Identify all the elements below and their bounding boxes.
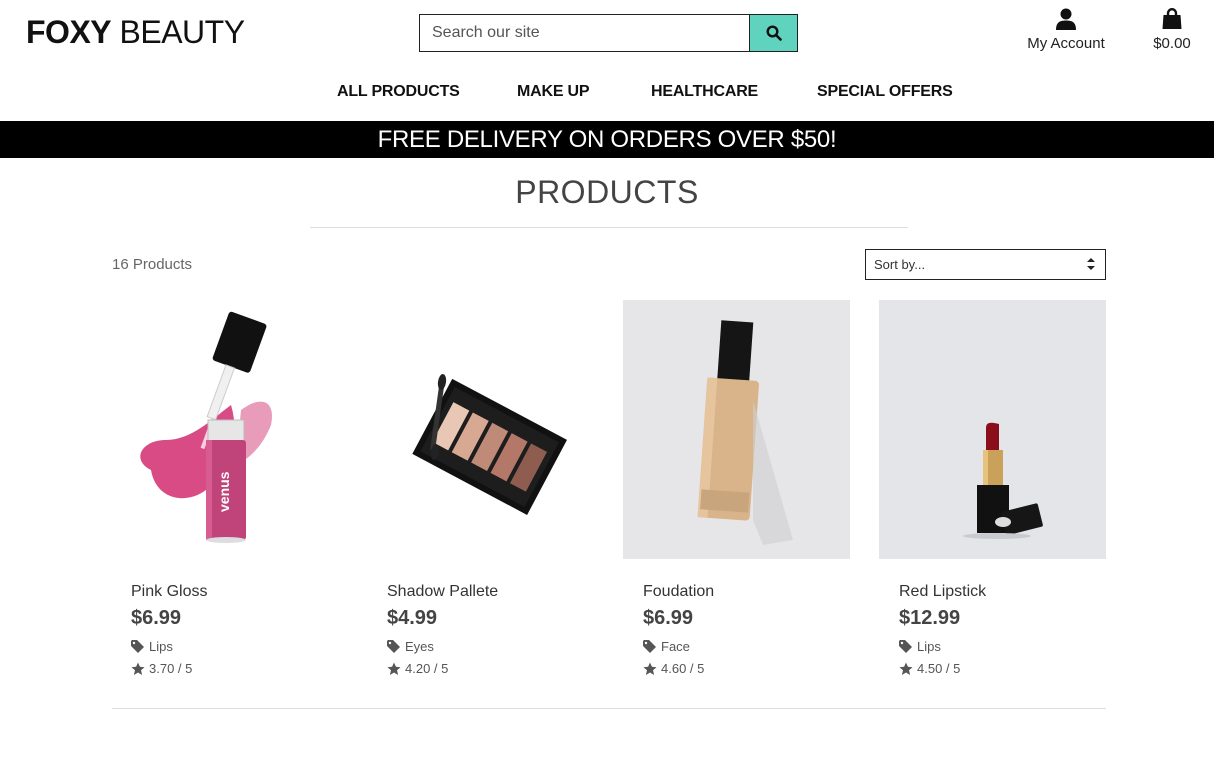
product-rating: 4.50 / 5 [899,661,960,676]
product-card[interactable]: Foudation $6.99 Face 4.60 / 5 [623,300,850,676]
sort-select-value: Sort by... [874,257,926,272]
my-account-link[interactable]: My Account [1016,8,1116,52]
product-rating-value: 4.60 / 5 [661,661,705,676]
tag-icon [387,640,400,653]
search-form [419,14,798,52]
product-category-label: Lips [917,639,941,654]
product-card[interactable]: Shadow Pallete $4.99 Eyes 4.20 / 5 [367,300,594,676]
svg-text:venus: venus [216,471,232,512]
sort-arrows-icon [1087,258,1095,270]
product-price: $6.99 [131,607,182,629]
search-icon [765,25,782,41]
product-rating: 4.20 / 5 [387,661,448,676]
brand-logo-part1: FOXY [26,14,112,50]
product-image[interactable] [367,300,594,559]
bottom-divider [112,708,1106,709]
product-image[interactable] [879,300,1106,559]
product-category[interactable]: Lips [899,639,941,654]
product-name[interactable]: Pink Gloss [131,583,207,601]
brand-logo-part2: BEAUTY [119,14,246,50]
product-category-label: Eyes [405,639,434,654]
product-count: 16 Products [112,256,193,273]
tag-icon [131,640,144,653]
star-icon [387,662,401,675]
sort-select[interactable]: Sort by... [865,249,1106,280]
search-input[interactable] [419,14,749,52]
search-button[interactable] [749,14,798,52]
main-nav: ALL PRODUCTS MAKE UP HEALTHCARE SPECIAL … [0,83,1214,105]
product-category[interactable]: Face [643,639,690,654]
product-name[interactable]: Red Lipstick [899,583,986,601]
product-category[interactable]: Eyes [387,639,434,654]
brand-logo[interactable]: FOXY BEAUTY [26,14,245,51]
product-rating-value: 3.70 / 5 [149,661,193,676]
shopping-bag-icon [1162,8,1182,29]
product-card[interactable]: Red Lipstick $12.99 Lips 4.50 / 5 [879,300,1106,676]
tag-icon [643,640,656,653]
delivery-banner: FREE DELIVERY ON ORDERS OVER $50! [0,121,1214,158]
nav-all-products[interactable]: ALL PRODUCTS [337,83,460,101]
my-account-label: My Account [1027,35,1105,52]
product-price: $4.99 [387,607,438,629]
product-rating: 4.60 / 5 [643,661,704,676]
product-category-label: Lips [149,639,173,654]
product-image[interactable]: venus [111,300,338,559]
product-name[interactable]: Foudation [643,583,714,601]
shopping-bag-link[interactable]: $0.00 [1144,8,1200,52]
nav-healthcare[interactable]: HEALTHCARE [651,83,758,101]
product-price: $12.99 [899,607,961,629]
product-category[interactable]: Lips [131,639,173,654]
star-icon [131,662,145,675]
title-divider [310,227,908,228]
product-rating-value: 4.50 / 5 [917,661,961,676]
product-rating-value: 4.20 / 5 [405,661,449,676]
product-card[interactable]: venus Pink Gloss $6.99 Lips 3.70 / 5 [111,300,338,676]
product-name[interactable]: Shadow Pallete [387,583,498,601]
product-category-label: Face [661,639,690,654]
product-rating: 3.70 / 5 [131,661,192,676]
nav-special-offers[interactable]: SPECIAL OFFERS [817,83,953,101]
nav-make-up[interactable]: MAKE UP [517,83,590,101]
bag-total: $0.00 [1153,35,1191,52]
product-image[interactable] [623,300,850,559]
user-icon [1056,8,1076,30]
star-icon [899,662,913,675]
tag-icon [899,640,912,653]
product-price: $6.99 [643,607,694,629]
page-title: PRODUCTS [515,174,699,210]
star-icon [643,662,657,675]
